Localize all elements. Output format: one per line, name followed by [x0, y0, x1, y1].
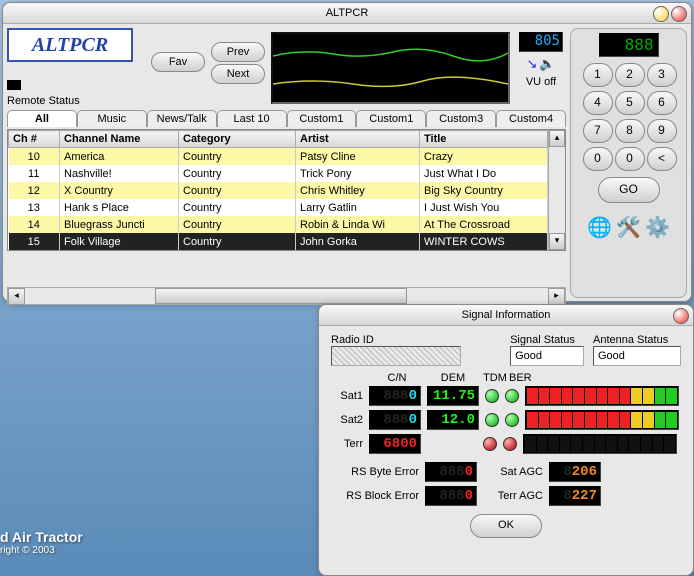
- terr-agc-value: 8227: [549, 486, 601, 506]
- terr-cn: 6800: [369, 434, 421, 454]
- tab-last10[interactable]: Last 10: [217, 110, 287, 127]
- tab-custom4[interactable]: Custom4: [496, 110, 566, 127]
- app-logo: ALTPCR: [7, 28, 133, 62]
- tab-all[interactable]: All: [7, 110, 77, 127]
- sat1-label: Sat1: [331, 390, 363, 402]
- table-row[interactable]: 13Hank s PlaceCountryLarry GatlinI Just …: [9, 199, 548, 216]
- tools-icon[interactable]: 🛠️: [616, 215, 641, 240]
- keypad-key-0[interactable]: 0: [583, 147, 613, 171]
- sat-agc-value: 8206: [549, 462, 601, 482]
- sat2-dem-led: [485, 413, 499, 427]
- sat1-dem: 11.75: [427, 386, 479, 406]
- remote-icon: [7, 80, 21, 90]
- keypad-key-<[interactable]: <: [647, 147, 677, 171]
- category-tabs: All Music News/Talk Last 10 Custom1 Cust…: [7, 110, 566, 127]
- scroll-right-icon[interactable]: ▸: [548, 288, 565, 305]
- expand-icon[interactable]: ↘: [526, 56, 537, 72]
- keypad-panel: 888 12345678900< GO 🌐 🛠️ ⚙️: [570, 28, 687, 298]
- rs-block-value: 8880: [425, 486, 477, 506]
- radio-id-label: Radio ID: [331, 334, 504, 346]
- main-titlebar[interactable]: ALTPCR: [3, 3, 691, 24]
- scroll-thumb[interactable]: [155, 288, 407, 304]
- prev-button[interactable]: Prev: [211, 42, 265, 62]
- minimize-button[interactable]: [653, 6, 669, 22]
- main-title: ALTPCR: [326, 7, 369, 19]
- rs-block-label: RS Block Error: [331, 490, 419, 502]
- sat1-dem-led: [485, 389, 499, 403]
- vertical-scrollbar[interactable]: ▴ ▾: [548, 130, 565, 250]
- table-row[interactable]: 14Bluegrass JunctiCountryRobin & Linda W…: [9, 216, 548, 233]
- tab-custom1[interactable]: Custom1: [287, 110, 357, 127]
- remote-status-label: Remote Status: [7, 95, 80, 107]
- ok-button[interactable]: OK: [470, 514, 542, 538]
- sat2-cn: 8880: [369, 410, 421, 430]
- keypad-key-0[interactable]: 0: [615, 147, 645, 171]
- desktop-watermark: d Air Tractor right © 2003: [0, 529, 83, 556]
- col-cat[interactable]: Category: [179, 131, 296, 148]
- terr-dem-led: [483, 437, 497, 451]
- table-row[interactable]: 11Nashville!CountryTrick PonyJust What I…: [9, 165, 548, 182]
- sat2-label: Sat2: [331, 414, 363, 426]
- scroll-left-icon[interactable]: ◂: [8, 288, 25, 305]
- rs-byte-label: RS Byte Error: [331, 466, 419, 478]
- terr-tdm-led: [503, 437, 517, 451]
- sat2-tdm-led: [505, 413, 519, 427]
- signal-titlebar[interactable]: Signal Information: [319, 305, 693, 326]
- settings-icon[interactable]: ⚙️: [645, 215, 670, 240]
- keypad-key-1[interactable]: 1: [583, 63, 613, 87]
- sat1-ber-bar: [525, 386, 679, 406]
- main-window: ALTPCR ALTPCR Remote Status Fav Prev Nex: [2, 2, 692, 302]
- keypad-key-2[interactable]: 2: [615, 63, 645, 87]
- terr-label: Terr: [331, 438, 363, 450]
- signal-title: Signal Information: [462, 309, 551, 321]
- tab-custom1b[interactable]: Custom1: [356, 110, 426, 127]
- keypad-key-3[interactable]: 3: [647, 63, 677, 87]
- terr-agc-label: Terr AGC: [483, 490, 543, 502]
- tab-music[interactable]: Music: [77, 110, 147, 127]
- tab-custom3[interactable]: Custom3: [426, 110, 496, 127]
- signal-status-label: Signal Status: [510, 334, 587, 346]
- close-button[interactable]: [671, 6, 687, 22]
- tab-newstalk[interactable]: News/Talk: [147, 110, 217, 127]
- signal-close-button[interactable]: [673, 308, 689, 324]
- col-name[interactable]: Channel Name: [60, 131, 179, 148]
- rs-byte-value: 8880: [425, 462, 477, 482]
- oscilloscope: [271, 32, 510, 104]
- antenna-status-field: Good: [593, 346, 681, 366]
- speaker-icon[interactable]: 🔈: [539, 56, 555, 72]
- channel-display: 888: [599, 33, 659, 57]
- col-artist[interactable]: Artist: [296, 131, 420, 148]
- table-row[interactable]: 15Folk VillageCountryJohn GorkaWINTER CO…: [9, 233, 548, 250]
- radio-id-field: [331, 346, 461, 366]
- keypad-key-9[interactable]: 9: [647, 119, 677, 143]
- channel-grid[interactable]: Ch # Channel Name Category Artist Title …: [8, 130, 548, 250]
- keypad-key-5[interactable]: 5: [615, 91, 645, 115]
- col-ch[interactable]: Ch #: [9, 131, 60, 148]
- sat1-tdm-led: [505, 389, 519, 403]
- go-button[interactable]: GO: [598, 177, 660, 203]
- keypad-key-7[interactable]: 7: [583, 119, 613, 143]
- globe-icon[interactable]: 🌐: [587, 215, 612, 240]
- sat2-ber-bar: [525, 410, 679, 430]
- keypad-key-8[interactable]: 8: [615, 119, 645, 143]
- scroll-up-icon[interactable]: ▴: [549, 130, 565, 147]
- keypad-key-4[interactable]: 4: [583, 91, 613, 115]
- vu-display: 805: [519, 32, 563, 52]
- scroll-down-icon[interactable]: ▾: [549, 233, 565, 250]
- table-row[interactable]: 10AmericaCountryPatsy ClineCrazy: [9, 148, 548, 166]
- vu-off-label: VU off: [526, 76, 556, 88]
- sat2-dem: 12.0: [427, 410, 479, 430]
- fav-button[interactable]: Fav: [151, 52, 205, 72]
- terr-ber-bar: [523, 434, 677, 454]
- horizontal-scrollbar[interactable]: ◂ ▸: [7, 287, 566, 305]
- antenna-status-label: Antenna Status: [593, 334, 681, 346]
- next-button[interactable]: Next: [211, 64, 265, 84]
- keypad-key-6[interactable]: 6: [647, 91, 677, 115]
- sat1-cn: 8880: [369, 386, 421, 406]
- signal-window: Signal Information Radio ID Signal Statu…: [318, 304, 694, 576]
- signal-status-field: Good: [510, 346, 584, 366]
- sat-agc-label: Sat AGC: [483, 466, 543, 478]
- table-row[interactable]: 12X CountryCountryChris WhitleyBig Sky C…: [9, 182, 548, 199]
- col-title[interactable]: Title: [420, 131, 548, 148]
